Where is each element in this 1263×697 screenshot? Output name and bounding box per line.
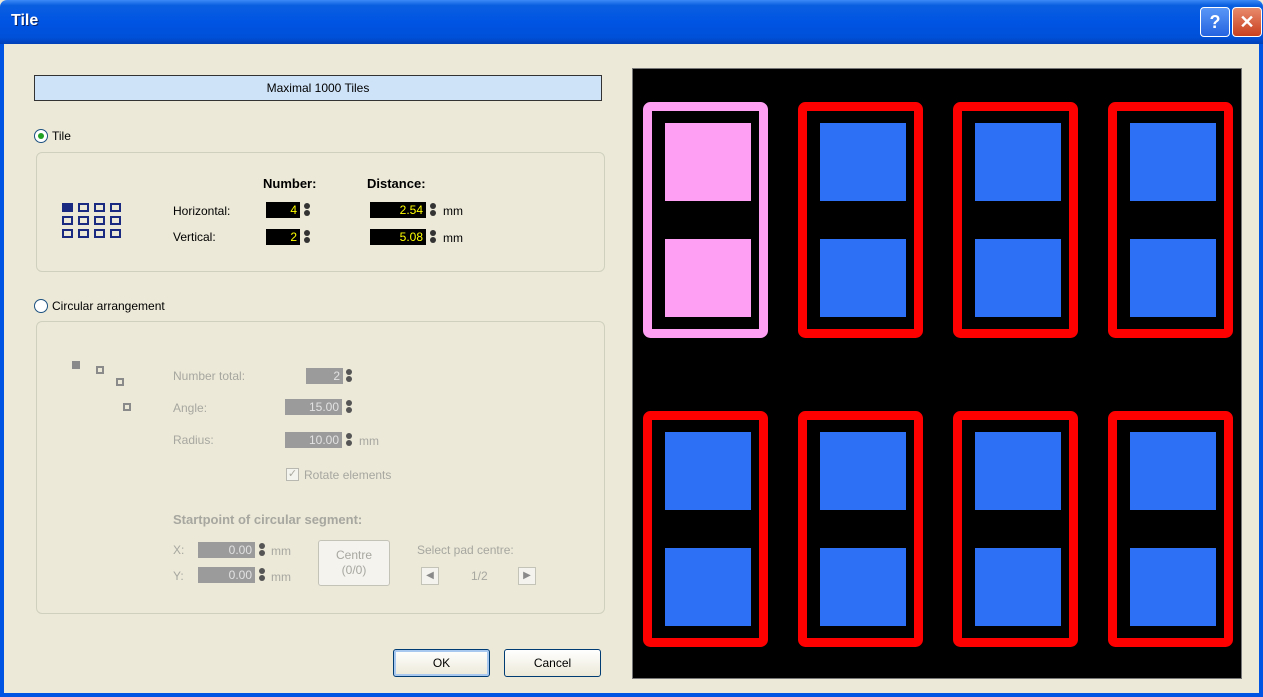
title-bar: Tile ? ✕ [0, 0, 1263, 44]
circular-radio-label: Circular arrangement [52, 299, 165, 313]
window-frame-right [1259, 44, 1263, 697]
angle-label: Angle: [173, 401, 208, 415]
tile-preview-svg [643, 102, 1233, 647]
pad-page-indicator: 1/2 [471, 569, 488, 583]
next-pad-button[interactable]: ▶ [518, 567, 536, 585]
tile-radio-option[interactable]: Tile [34, 129, 71, 143]
cancel-button[interactable]: Cancel [504, 649, 601, 677]
vertical-distance-input[interactable]: 5.08 [370, 229, 426, 245]
y-input[interactable]: 0.00 [198, 567, 255, 583]
tile-pad [820, 432, 906, 510]
vertical-label: Vertical: [173, 230, 216, 244]
window-frame-bottom [0, 693, 1263, 697]
vertical-number-spinner[interactable] [304, 230, 310, 244]
x-spinner[interactable] [259, 543, 265, 557]
x-unit: mm [271, 544, 291, 558]
rotate-elements-label: Rotate elements [304, 468, 392, 482]
startpoint-header: Startpoint of circular segment: [173, 512, 363, 527]
centre-button-line1: Centre [335, 548, 373, 562]
horizontal-number-spinner[interactable] [304, 203, 310, 217]
circular-radio[interactable] [34, 299, 48, 313]
tile-pad [1130, 123, 1216, 201]
tile-preview-canvas [632, 68, 1242, 679]
radius-label: Radius: [173, 433, 214, 447]
number-header: Number: [263, 176, 317, 191]
circular-radio-option[interactable]: Circular arrangement [34, 299, 165, 313]
horizontal-distance-spinner[interactable] [430, 203, 436, 217]
radius-input[interactable]: 10.00 [285, 432, 342, 448]
horizontal-unit: mm [443, 204, 463, 218]
horizontal-number-input[interactable]: 4 [266, 202, 300, 218]
number-total-spinner[interactable] [346, 369, 352, 383]
tile-radio-label: Tile [52, 129, 71, 143]
number-total-label: Number total: [173, 369, 246, 383]
centre-button[interactable]: Centre (0/0) [318, 540, 390, 586]
tile-pad [665, 239, 751, 317]
maximal-tiles-banner: Maximal 1000 Tiles [34, 75, 602, 101]
tile-pad [975, 548, 1061, 626]
tile-groupbox [36, 152, 605, 272]
help-button[interactable]: ? [1200, 7, 1230, 37]
window-frame-left [0, 44, 4, 697]
window-title: Tile [11, 12, 39, 29]
y-unit: mm [271, 570, 291, 584]
x-label: X: [173, 543, 185, 557]
tile-pad [1130, 548, 1216, 626]
y-spinner[interactable] [259, 568, 265, 582]
tile-pad [975, 123, 1061, 201]
vertical-unit: mm [443, 231, 463, 245]
rotate-elements-checkbox[interactable]: ✓ [286, 468, 299, 481]
select-pad-centre-label: Select pad centre: [417, 543, 514, 557]
tile-pad [820, 123, 906, 201]
angle-spinner[interactable] [346, 400, 352, 414]
tile-pad [1130, 432, 1216, 510]
horizontal-label: Horizontal: [173, 204, 231, 218]
vertical-number-input[interactable]: 2 [266, 229, 300, 245]
number-total-input[interactable]: 2 [306, 368, 343, 384]
tile-radio[interactable] [34, 129, 48, 143]
tile-pad [665, 548, 751, 626]
radius-spinner[interactable] [346, 433, 352, 447]
tile-pad [975, 239, 1061, 317]
close-button[interactable]: ✕ [1232, 7, 1262, 37]
angle-input[interactable]: 15.00 [285, 399, 342, 415]
vertical-distance-spinner[interactable] [430, 230, 436, 244]
centre-button-line2: (0/0) [341, 563, 367, 577]
tile-pad [820, 548, 906, 626]
tile-pad [975, 432, 1061, 510]
tile-pad [665, 432, 751, 510]
tile-pad [1130, 239, 1216, 317]
x-input[interactable]: 0.00 [198, 542, 255, 558]
tile-pad [820, 239, 906, 317]
ok-button[interactable]: OK [393, 649, 490, 677]
radius-unit: mm [359, 434, 379, 448]
y-label: Y: [173, 569, 184, 583]
horizontal-distance-input[interactable]: 2.54 [370, 202, 426, 218]
tile-pad [665, 123, 751, 201]
distance-header: Distance: [367, 176, 426, 191]
previous-pad-button[interactable]: ◀ [421, 567, 439, 585]
